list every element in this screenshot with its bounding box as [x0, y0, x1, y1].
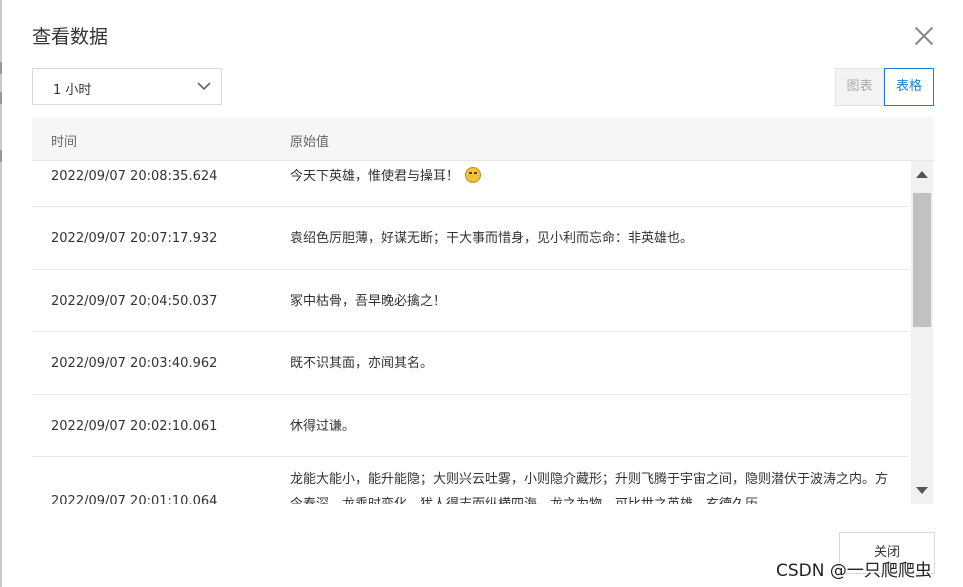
time-range-value: 1 小时 [53, 83, 92, 98]
table-header: 时间 原始值 [32, 117, 934, 161]
table-body[interactable]: 2022/09/07 20:08:35.624 今天下英雄，惟使君与操耳！ 20… [32, 161, 909, 504]
chart-view-button[interactable]: 图表 [835, 68, 884, 106]
row-value: 冢中枯骨，吾早晚必擒之！ [290, 294, 447, 309]
row-value: 既不识其面，亦闻其名。 [290, 356, 434, 371]
laughing-emoji-icon [465, 167, 482, 183]
row-time: 2022/09/07 20:08:35.624 [51, 169, 218, 184]
table-row: 2022/09/07 20:07:17.932 袁绍色厉胆薄，好谋无断；干大事而… [32, 207, 909, 270]
row-time: 2022/09/07 20:02:10.061 [51, 419, 218, 434]
row-time: 2022/09/07 20:07:17.932 [51, 231, 218, 246]
time-range-select[interactable]: 1 小时 [32, 68, 222, 105]
table-row: 2022/09/07 20:04:50.037 冢中枯骨，吾早晚必擒之！ [32, 270, 909, 332]
close-icon[interactable] [912, 24, 936, 48]
scroll-up-arrow-icon[interactable] [916, 171, 928, 178]
scroll-down-arrow-icon[interactable] [916, 487, 928, 494]
row-value: 今天下英雄，惟使君与操耳！ [290, 164, 890, 189]
vertical-scrollbar[interactable] [911, 161, 933, 504]
column-header-time: 时间 [51, 135, 78, 150]
table-row: 2022/09/07 20:03:40.962 既不识其面，亦闻其名。 [32, 332, 909, 395]
table-row: 2022/09/07 20:02:10.061 休得过谦。 [32, 395, 909, 457]
watermark: CSDN @一只爬爬虫 [776, 561, 932, 581]
table-row: 2022/09/07 20:08:35.624 今天下英雄，惟使君与操耳！ [32, 161, 909, 207]
row-time: 2022/09/07 20:03:40.962 [51, 356, 218, 371]
table-row: 2022/09/07 20:01:10.064 龙能大能小，能升能隐；大则兴云吐… [32, 457, 909, 504]
view-data-dialog: 查看数据 1 小时 图表 表格 时间 原始值 2022/09/07 20:08:… [2, 0, 963, 587]
row-time: 2022/09/07 20:04:50.037 [51, 294, 218, 309]
chevron-down-icon [197, 82, 211, 91]
row-value: 休得过谦。 [290, 419, 356, 434]
scroll-thumb[interactable] [913, 193, 931, 327]
row-value: 龙能大能小，能升能隐；大则兴云吐雾，小则隐介藏形；升则飞腾于宇宙之间，隐则潜伏于… [290, 472, 889, 504]
row-time: 2022/09/07 20:01:10.064 [51, 494, 218, 504]
row-value: 袁绍色厉胆薄，好谋无断；干大事而惜身，见小利而忘命：非英雄也。 [290, 231, 694, 246]
dialog-title: 查看数据 [32, 26, 109, 48]
table-view-button[interactable]: 表格 [884, 68, 934, 106]
column-header-raw-value: 原始值 [290, 135, 330, 150]
